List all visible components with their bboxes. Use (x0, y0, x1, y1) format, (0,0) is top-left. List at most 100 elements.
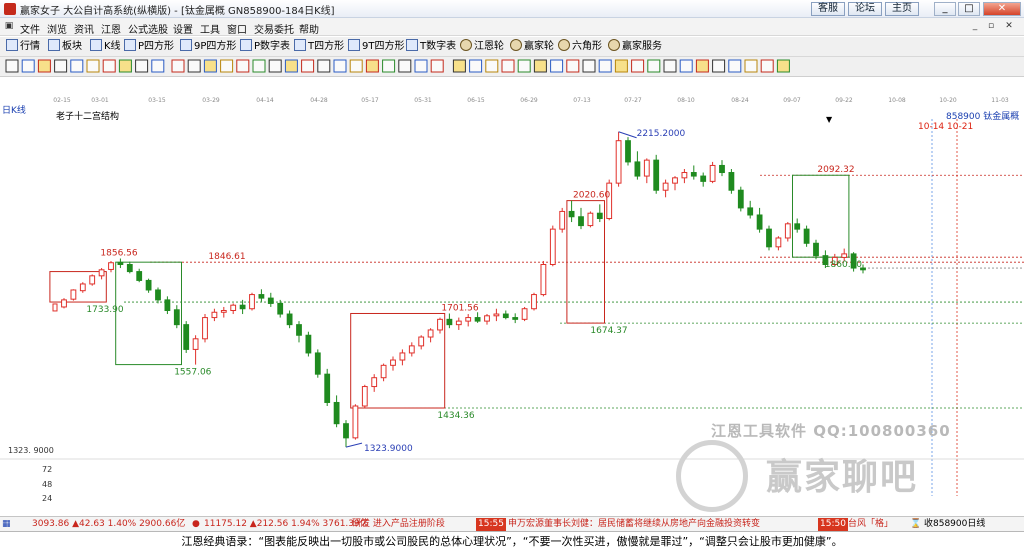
drawing-tool-icon[interactable] (414, 59, 428, 73)
forum-link[interactable]: 论坛 (848, 2, 882, 16)
drawing-tool-icon[interactable] (284, 59, 298, 73)
drawing-tool-icon[interactable] (70, 59, 84, 73)
homepage-link[interactable]: 主页 (885, 2, 919, 16)
news-headline-2[interactable]: 台风「格」 (848, 518, 893, 531)
toolbar-t-square-button[interactable]: T四方形 (294, 39, 344, 55)
menu-gann[interactable]: 江恩 (101, 21, 121, 36)
drawing-tool-icon[interactable] (712, 59, 726, 73)
sh-index-quote[interactable]: 3093.86 ▲42.63 1.40% 2900.66亿 (32, 518, 185, 531)
drawing-tool-icon[interactable] (550, 59, 564, 73)
drawing-tool-icon[interactable] (268, 59, 282, 73)
candle-body (728, 172, 735, 191)
sh-index-icon[interactable]: ▦ (2, 518, 11, 531)
drawing-tool-icon[interactable] (220, 59, 234, 73)
drawing-tool-icon[interactable] (430, 59, 444, 73)
drawing-tool-icon[interactable] (118, 59, 132, 73)
drawing-tool-icon[interactable] (135, 59, 149, 73)
menu-info[interactable]: 资讯 (74, 21, 94, 36)
drawing-tool-icon[interactable] (501, 59, 515, 73)
drawing-tool-icon[interactable] (744, 59, 758, 73)
drawing-tool-icon[interactable] (171, 59, 185, 73)
menu-settings[interactable]: 设置 (173, 21, 193, 36)
drawing-tool-icon[interactable] (301, 59, 315, 73)
toolbar-service-button[interactable]: 赢家服务 (608, 39, 662, 55)
gann-wheel-icon (460, 39, 472, 51)
drawing-tool-icon[interactable] (469, 59, 483, 73)
sz-index-icon[interactable]: ● (192, 518, 200, 531)
drawing-tool-icon[interactable] (349, 59, 363, 73)
drawing-tool-icon[interactable] (663, 59, 677, 73)
menu-window[interactable]: 窗口 (227, 21, 247, 36)
menu-browse[interactable]: 浏览 (47, 21, 67, 36)
dropdown-arrow-icon[interactable]: ▼ (826, 115, 832, 124)
drawing-tool-icon[interactable] (21, 59, 35, 73)
toolbar-p-table-button[interactable]: P数字表 (240, 39, 290, 55)
drawing-tool-icon[interactable] (54, 59, 68, 73)
drawing-tool-icon[interactable] (760, 59, 774, 73)
toolbar-hexagon-button[interactable]: 六角形 (558, 39, 602, 55)
toolbar-9t-square-button[interactable]: 9T四方形 (348, 39, 404, 55)
drawing-tool-icon[interactable] (333, 59, 347, 73)
ticker-notice[interactable]: 研发 进入产品注册阶段 (352, 518, 445, 531)
mdi-app-icon[interactable]: ▣ (2, 20, 16, 33)
toolbar-gann-wheel-button[interactable]: 江恩轮 (460, 39, 504, 55)
toolbar-kline-button[interactable]: K线 (90, 39, 121, 55)
toolbar-9p-square-button[interactable]: 9P四方形 (180, 39, 236, 55)
toolbar-sector-button[interactable]: 板块 (48, 39, 82, 55)
menu-tools[interactable]: 工具 (200, 21, 220, 36)
menu-file[interactable]: 文件 (20, 21, 40, 36)
mdi-close-icon[interactable]: ✕ (1002, 20, 1016, 33)
drawing-tool-icon[interactable] (647, 59, 661, 73)
maximize-button[interactable]: □ (958, 2, 980, 16)
drawing-tool-icon[interactable] (485, 59, 499, 73)
mdi-restore-icon[interactable]: ▫ (984, 20, 998, 33)
candle-body (70, 289, 77, 300)
toolbar-quotes-button[interactable]: 行情 (6, 39, 40, 55)
drawing-tool-icon[interactable] (37, 59, 51, 73)
drawing-tool-icon[interactable] (252, 59, 266, 73)
menu-trade[interactable]: 交易委托 (254, 21, 294, 36)
drawing-tool-icon[interactable] (203, 59, 217, 73)
drawing-tool-icon[interactable] (398, 59, 412, 73)
close-button[interactable]: ✕ (983, 2, 1021, 16)
drawing-tool-icon[interactable] (566, 59, 580, 73)
drawing-tool-icon[interactable] (776, 59, 790, 73)
drawing-tool-icon[interactable] (695, 59, 709, 73)
drawing-tool-icon[interactable] (151, 59, 165, 73)
p-square-icon (124, 39, 136, 51)
drawing-tool-icon[interactable] (614, 59, 628, 73)
drawing-tool-icon[interactable] (382, 59, 396, 73)
service-link[interactable]: 客服 (811, 2, 845, 16)
drawing-tool-icon[interactable] (598, 59, 612, 73)
drawing-tool-icon[interactable] (317, 59, 331, 73)
drawing-tool-icon[interactable] (679, 59, 693, 73)
drawing-tool-icon[interactable] (187, 59, 201, 73)
candle-body (437, 318, 443, 331)
drawing-tool-icon[interactable] (631, 59, 645, 73)
drawing-tool-icon[interactable] (452, 59, 466, 73)
menu-formula[interactable]: 公式选股 (128, 21, 168, 36)
drawing-tool-icon[interactable] (582, 59, 596, 73)
drawing-tool-icon[interactable] (5, 59, 19, 73)
x-tick-label: 08-10 (677, 97, 695, 104)
low-pointer (345, 442, 363, 448)
news-headline[interactable]: 申万宏源董事长刘健：居民储蓄将继续从房地产向金融投资转变 (508, 518, 760, 531)
toolbar-winner-wheel-button[interactable]: 赢家轮 (510, 39, 554, 55)
drawing-tool-icon[interactable] (517, 59, 531, 73)
period-label[interactable]: 日K线 (2, 103, 26, 116)
mdi-minimize-icon[interactable]: _ (968, 20, 982, 33)
toolbar-p-square-button[interactable]: P四方形 (124, 39, 174, 55)
minimize-button[interactable]: _ (934, 2, 956, 16)
drawing-tool-icon[interactable] (86, 59, 100, 73)
x-tick-label: 06-15 (467, 97, 485, 104)
sz-index-quote[interactable]: 11175.12 ▲212.56 1.94% 3761.39亿 (204, 518, 369, 531)
drawing-tools-strip[interactable] (0, 57, 1024, 77)
menu-help[interactable]: 帮助 (299, 21, 319, 36)
drawing-tool-icon[interactable] (102, 59, 116, 73)
price-annotation: 1701.56 (441, 303, 478, 313)
drawing-tool-icon[interactable] (236, 59, 250, 73)
drawing-tool-icon[interactable] (533, 59, 547, 73)
drawing-tool-icon[interactable] (365, 59, 379, 73)
drawing-tool-icon[interactable] (728, 59, 742, 73)
toolbar-t-table-button[interactable]: T数字表 (406, 39, 456, 55)
